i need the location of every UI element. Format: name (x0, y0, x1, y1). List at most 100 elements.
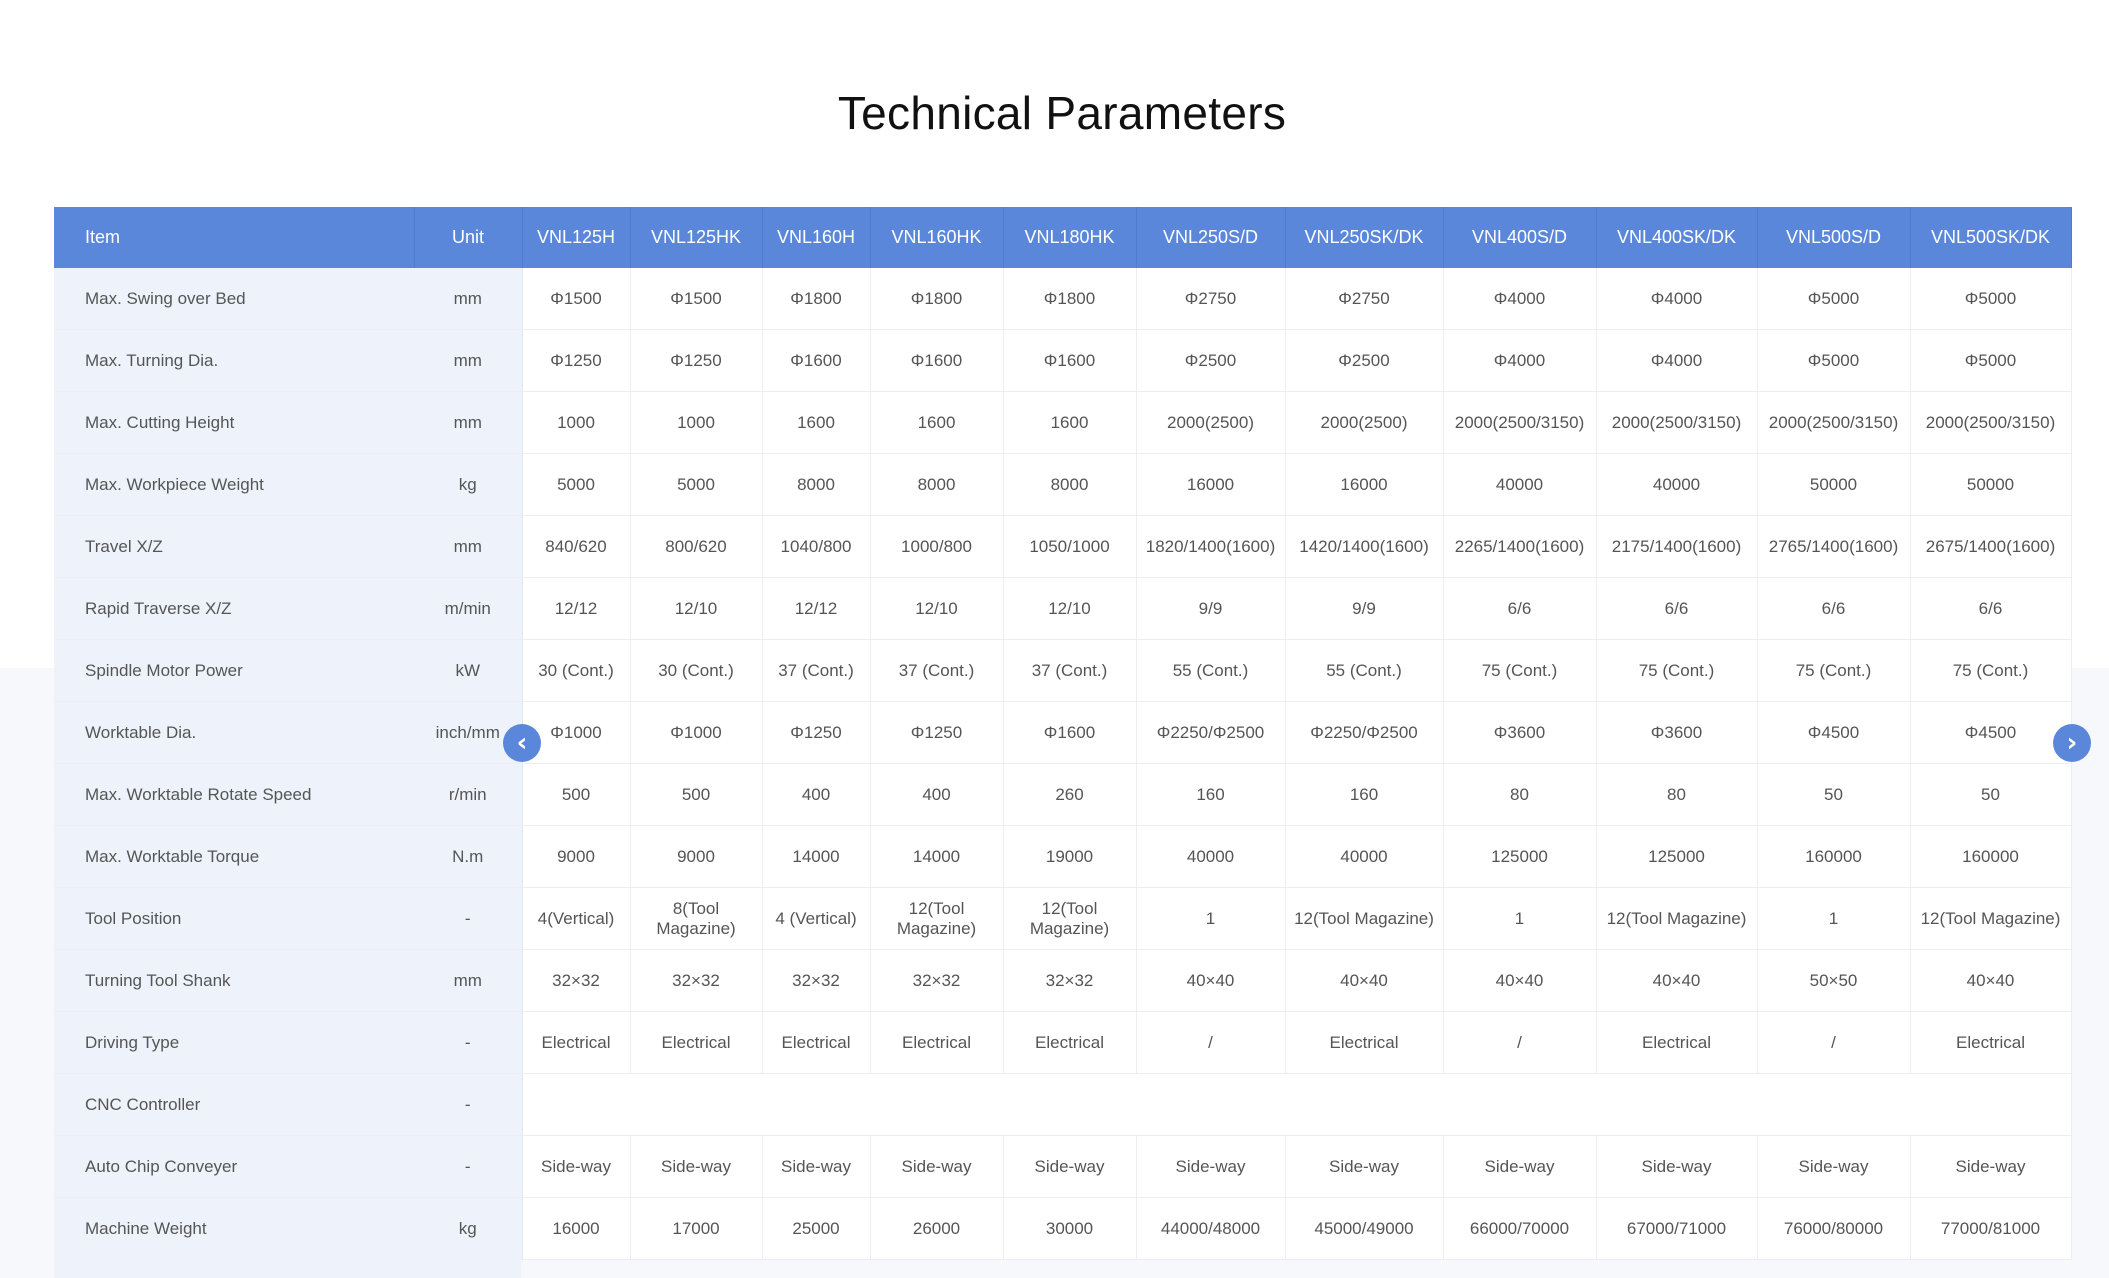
table-cell: Φ1250 (630, 329, 763, 392)
table-cell: Φ5000 (1910, 329, 2072, 392)
table-cell: 6/6 (1596, 577, 1758, 640)
table-cell: 125000 (1596, 825, 1758, 888)
table-cell: Φ1800 (1003, 268, 1137, 330)
table-row: Worktable Dia. inch/mm Φ1000 Φ1000 Φ1250 Φ125… (54, 701, 2072, 764)
table-cell: Φ4000 (1596, 268, 1758, 330)
table-cell: 12(Tool Magazine) (1285, 887, 1444, 950)
parameters-table-container: Item Unit VNL125H VNL125HK VNL160H VNL16… (54, 207, 2072, 1260)
row-unit: N.m (414, 825, 523, 888)
next-slide-button[interactable]: › (2053, 724, 2091, 762)
table-row: Turning Tool Shank mm 32×32 32×32 32×32 32×32… (54, 949, 2072, 1012)
row-item-label: Turning Tool Shank (54, 949, 414, 1012)
table-cell: 6/6 (1757, 577, 1911, 640)
header-model: VNL180HK (1003, 207, 1137, 268)
table-cell: 1420/1400(1600) (1285, 515, 1444, 578)
row-item-label: Max. Workpiece Weight (54, 453, 414, 516)
table-cell: 8000 (762, 453, 871, 516)
table-cell: 50000 (1757, 453, 1911, 516)
table-cell: Side-way (1757, 1135, 1911, 1198)
table-cell: 50000 (1910, 453, 2072, 516)
table-cell: 30 (Cont.) (522, 639, 631, 702)
table-row: Max. Swing over Bed mm Φ1500 Φ1500 Φ1800 Φ180… (54, 268, 2072, 330)
table-cell: 400 (870, 763, 1004, 826)
table-cell: Side-way (630, 1135, 763, 1198)
row-item-label: Tool Position (54, 887, 414, 950)
table-cell: Φ5000 (1757, 268, 1911, 330)
table-cell: 2000(2500/3150) (1596, 391, 1758, 454)
row-item-label: Max. Cutting Height (54, 391, 414, 454)
table-cell: 1600 (870, 391, 1004, 454)
table-cell: 30 (Cont.) (630, 639, 763, 702)
prev-slide-button[interactable]: ‹ (503, 724, 541, 762)
row-unit: kW (414, 639, 523, 702)
row-unit: mm (414, 268, 523, 330)
table-row: Driving Type - Electrical Electrical Electri… (54, 1011, 2072, 1074)
header-model: VNL160H (762, 207, 871, 268)
table-cell: 50 (1910, 763, 2072, 826)
table-cell: Φ1600 (1003, 329, 1137, 392)
table-cell: Φ1500 (630, 268, 763, 330)
table-cell: 260 (1003, 763, 1137, 826)
table-cell: 37 (Cont.) (1003, 639, 1137, 702)
table-cell: Side-way (762, 1135, 871, 1198)
row-item-label: Driving Type (54, 1011, 414, 1074)
table-cell: 16000 (522, 1197, 631, 1260)
table-cell: 75 (Cont.) (1757, 639, 1911, 702)
table-cell: 5000 (630, 453, 763, 516)
table-cell: 12/10 (630, 577, 763, 640)
header-model: VNL250S/D (1136, 207, 1286, 268)
row-empty-cell (522, 1073, 2072, 1136)
table-cell: 32×32 (762, 949, 871, 1012)
table-cell: Φ2250/Φ2500 (1136, 701, 1286, 764)
table-cell: 77000/81000 (1910, 1197, 2072, 1260)
chevron-left-icon: ‹ (516, 728, 528, 758)
table-cell: Φ4500 (1757, 701, 1911, 764)
table-cell: 14000 (870, 825, 1004, 888)
table-cell: 32×32 (630, 949, 763, 1012)
header-model: VNL125H (522, 207, 631, 268)
table-cell: Φ4000 (1443, 329, 1597, 392)
table-cell: Φ1250 (522, 329, 631, 392)
table-cell: 14000 (762, 825, 871, 888)
row-unit: - (414, 887, 523, 950)
table-cell: 9000 (630, 825, 763, 888)
header-model: VNL250SK/DK (1285, 207, 1444, 268)
table-cell: 5000 (522, 453, 631, 516)
table-cell: 2000(2500/3150) (1443, 391, 1597, 454)
table-cell: 12/10 (870, 577, 1004, 640)
table-cell: 9/9 (1285, 577, 1444, 640)
row-item-label: Auto Chip Conveyer (54, 1135, 414, 1198)
table-cell: / (1136, 1011, 1286, 1074)
table-cell: Side-way (1285, 1135, 1444, 1198)
table-cell: 12(Tool Magazine) (1003, 887, 1137, 950)
table-cell: 8000 (870, 453, 1004, 516)
table-cell: 66000/70000 (1443, 1197, 1597, 1260)
row-item-label: Max. Turning Dia. (54, 329, 414, 392)
table-cell: Side-way (870, 1135, 1004, 1198)
row-unit: mm (414, 329, 523, 392)
row-unit: mm (414, 391, 523, 454)
table-row: Rapid Traverse X/Z m/min 12/12 12/10 12/12 12… (54, 577, 2072, 640)
table-row: Travel X/Z mm 840/620 800/620 1040/800 1000/8… (54, 515, 2072, 578)
table-cell: 40×40 (1285, 949, 1444, 1012)
table-cell: Electrical (1910, 1011, 2072, 1074)
table-cell: Φ1600 (762, 329, 871, 392)
table-cell: 45000/49000 (1285, 1197, 1444, 1260)
table-cell: Φ2250/Φ2500 (1285, 701, 1444, 764)
table-cell: 9000 (522, 825, 631, 888)
row-unit: m/min (414, 577, 523, 640)
table-cell: 2000(2500/3150) (1757, 391, 1911, 454)
table-cell: 1 (1136, 887, 1286, 950)
table-cell: Side-way (522, 1135, 631, 1198)
table-cell: Electrical (1285, 1011, 1444, 1074)
row-unit: - (414, 1011, 523, 1074)
table-cell: 12/12 (522, 577, 631, 640)
row-item-label: Max. Worktable Rotate Speed (54, 763, 414, 826)
table-cell: 26000 (870, 1197, 1004, 1260)
row-unit: - (414, 1135, 523, 1198)
table-cell: 1820/1400(1600) (1136, 515, 1286, 578)
table-cell: Φ5000 (1757, 329, 1911, 392)
table-row: CNC Controller - (54, 1073, 2072, 1136)
table-cell: 80 (1596, 763, 1758, 826)
table-cell: 12/12 (762, 577, 871, 640)
